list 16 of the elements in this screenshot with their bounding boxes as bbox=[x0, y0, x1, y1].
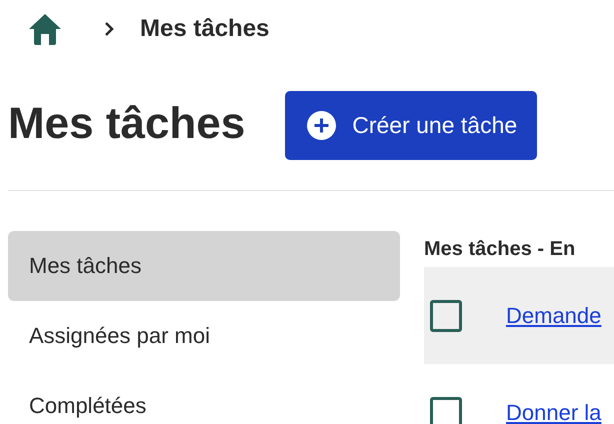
create-task-button[interactable]: Créer une tâche bbox=[285, 90, 538, 160]
task-list-heading: Mes tâches - En bbox=[424, 236, 576, 262]
task-link[interactable]: Demande bbox=[506, 302, 602, 328]
task-checkbox[interactable] bbox=[430, 300, 462, 332]
task-row[interactable]: Donner la bbox=[424, 364, 614, 424]
page-title: Mes tâches bbox=[8, 99, 246, 149]
sidebar-item[interactable]: Assignées par moi bbox=[8, 301, 400, 371]
sidebar-item[interactable]: Mes tâches bbox=[8, 231, 400, 301]
task-checkbox[interactable] bbox=[430, 396, 462, 424]
chevron-right-icon bbox=[104, 21, 114, 37]
breadcrumb-current: Mes tâches bbox=[140, 15, 270, 43]
plus-circle-icon bbox=[307, 110, 336, 140]
task-row[interactable]: Demande bbox=[424, 267, 614, 364]
sidebar-item[interactable]: Complétées bbox=[8, 371, 400, 424]
task-link[interactable]: Donner la bbox=[506, 400, 602, 424]
home-icon[interactable] bbox=[28, 13, 62, 45]
